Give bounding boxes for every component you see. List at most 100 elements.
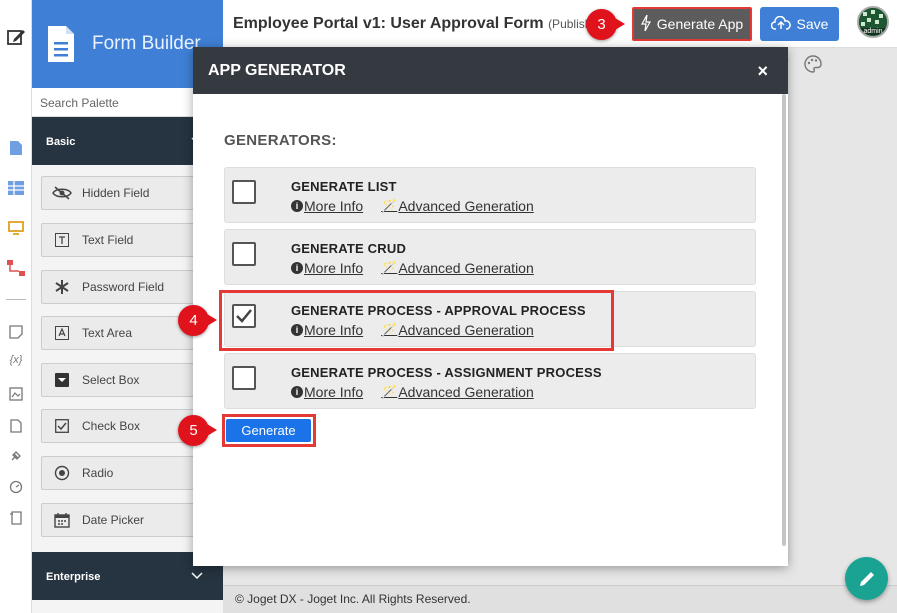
magic-wand-icon: 🪄 [381,384,398,399]
form-icon[interactable] [6,138,26,158]
palette-item-label: Text Field [82,233,134,247]
text-area-icon [42,326,82,340]
advanced-generation-link[interactable]: 🪄 Advanced Generation [381,384,534,400]
section-enterprise-label: Enterprise [46,571,101,583]
magic-wand-icon: 🪄 [381,260,398,275]
check-box-icon [42,419,82,433]
performance-icon[interactable] [6,477,26,497]
radio-icon [42,465,82,481]
generator-links: i More Info 🪄 Advanced Generation [291,198,534,214]
close-icon[interactable]: × [757,61,768,82]
generators-label: GENERATORS: [224,132,337,149]
select-box-icon [42,373,82,387]
publish-status: (Publish [548,17,592,31]
more-info-link[interactable]: i More Info [291,198,363,214]
more-info-label: More Info [304,260,364,276]
palette-item-label: Password Field [82,280,165,294]
footer: © Joget DX - Joget Inc. All Rights Reser… [223,585,897,613]
generator-links: i More Info 🪄 Advanced Generation [291,260,534,276]
cloud-upload-icon [770,15,791,33]
lightning-icon [640,14,651,34]
plugin-icon[interactable] [6,446,26,466]
avatar[interactable]: admin [857,6,889,38]
generator-checkbox-checked[interactable] [232,304,256,328]
text-field-icon [42,233,82,247]
info-icon: i [291,324,303,336]
info-icon: i [291,200,303,212]
note-icon[interactable] [6,322,26,342]
file-icon[interactable] [6,416,26,436]
save-label: Save [796,16,829,32]
more-info-link[interactable]: i More Info [291,322,363,338]
process-icon[interactable] [6,258,26,278]
step-4-marker: 4 [178,305,217,336]
generate-button[interactable]: Generate [226,419,311,442]
generator-assignment-process: GENERATE PROCESS - ASSIGNMENT PROCESS iM… [224,353,756,409]
generator-name: GENERATE PROCESS - APPROVAL PROCESS [291,303,586,318]
advanced-generation-link[interactable]: 🪄 Advanced Generation [381,260,534,276]
generator-links: i More Info 🪄 Advanced Generation [291,384,534,400]
palette-item-label: Text Area [82,326,133,340]
generator-name: GENERATE PROCESS - ASSIGNMENT PROCESS [291,365,602,380]
palette-item-label: Check Box [82,419,141,433]
app-generator-modal: APP GENERATOR × GENERATORS: GENERATE LIS… [193,47,788,566]
palette-color-icon[interactable] [804,54,822,76]
generator-links: i More Info 🪄 Advanced Generation [291,322,534,338]
variable-icon[interactable]: {x} [6,350,26,370]
advanced-generation-link[interactable]: 🪄 Advanced Generation [381,322,534,338]
modal-scrollbar[interactable] [782,94,786,546]
floating-edit-button[interactable] [845,557,888,600]
more-info-link[interactable]: i More Info [291,384,363,400]
advanced-generation-label: Advanced Generation [398,198,534,214]
canvas-toolbar [780,52,840,78]
more-info-label: More Info [304,384,364,400]
advanced-generation-link[interactable]: 🪄 Advanced Generation [381,198,534,214]
resources-icon[interactable] [6,384,26,404]
generator-checkbox[interactable] [232,366,256,390]
edit-icon[interactable] [6,27,26,47]
eye-slash-icon [42,186,82,200]
modal-title: APP GENERATOR [208,62,346,79]
info-icon: i [291,386,303,398]
magic-wand-icon: 🪄 [381,322,398,337]
calendar-icon [42,512,82,528]
palette-item-label: Select Box [82,373,140,387]
advanced-generation-label: Advanced Generation [398,384,534,400]
log-icon[interactable] [6,508,26,528]
userview-icon[interactable] [6,218,26,238]
step-3-marker: 3 [586,9,625,40]
datalist-icon[interactable] [6,178,26,198]
document-icon [48,26,74,62]
generate-app-label: Generate App [656,16,744,32]
page-title: Employee Portal v1: User Approval Form (… [233,15,593,33]
step-5-marker: 5 [178,415,217,446]
section-basic-label: Basic [46,136,76,148]
palette-title: Form Builder [92,33,201,54]
top-bar: Employee Portal v1: User Approval Form (… [223,0,897,48]
generator-checkbox[interactable] [232,180,256,204]
info-icon: i [291,262,303,274]
generator-crud: GENERATE CRUD i More Info 🪄 Advanced Gener… [224,229,756,285]
more-info-label: More Info [304,322,364,338]
generator-approval-process: GENERATE PROCESS - APPROVAL PROCESS i Mor… [224,291,756,347]
generator-checkbox[interactable] [232,242,256,266]
save-button[interactable]: Save [760,7,839,41]
more-info-label: More Info [304,198,364,214]
asterisk-icon [42,279,82,295]
generate-app-button[interactable]: Generate App [632,7,752,41]
checkmark-icon [236,309,252,323]
generator-name: GENERATE CRUD [291,241,407,256]
chevron-down-icon [191,569,203,583]
avatar-label: admin [859,28,887,35]
advanced-generation-label: Advanced Generation [398,260,534,276]
generator-name: GENERATE LIST [291,179,397,194]
left-icon-rail: {x} [0,0,32,613]
more-info-link[interactable]: i More Info [291,260,363,276]
palette-item-label: Radio [82,466,114,480]
modal-header: APP GENERATOR × [193,47,788,94]
palette-item-label: Date Picker [82,513,145,527]
magic-wand-icon: 🪄 [381,198,398,213]
pencil-icon [859,571,874,586]
palette-item-label: Hidden Field [82,186,150,200]
rail-divider [6,299,26,300]
